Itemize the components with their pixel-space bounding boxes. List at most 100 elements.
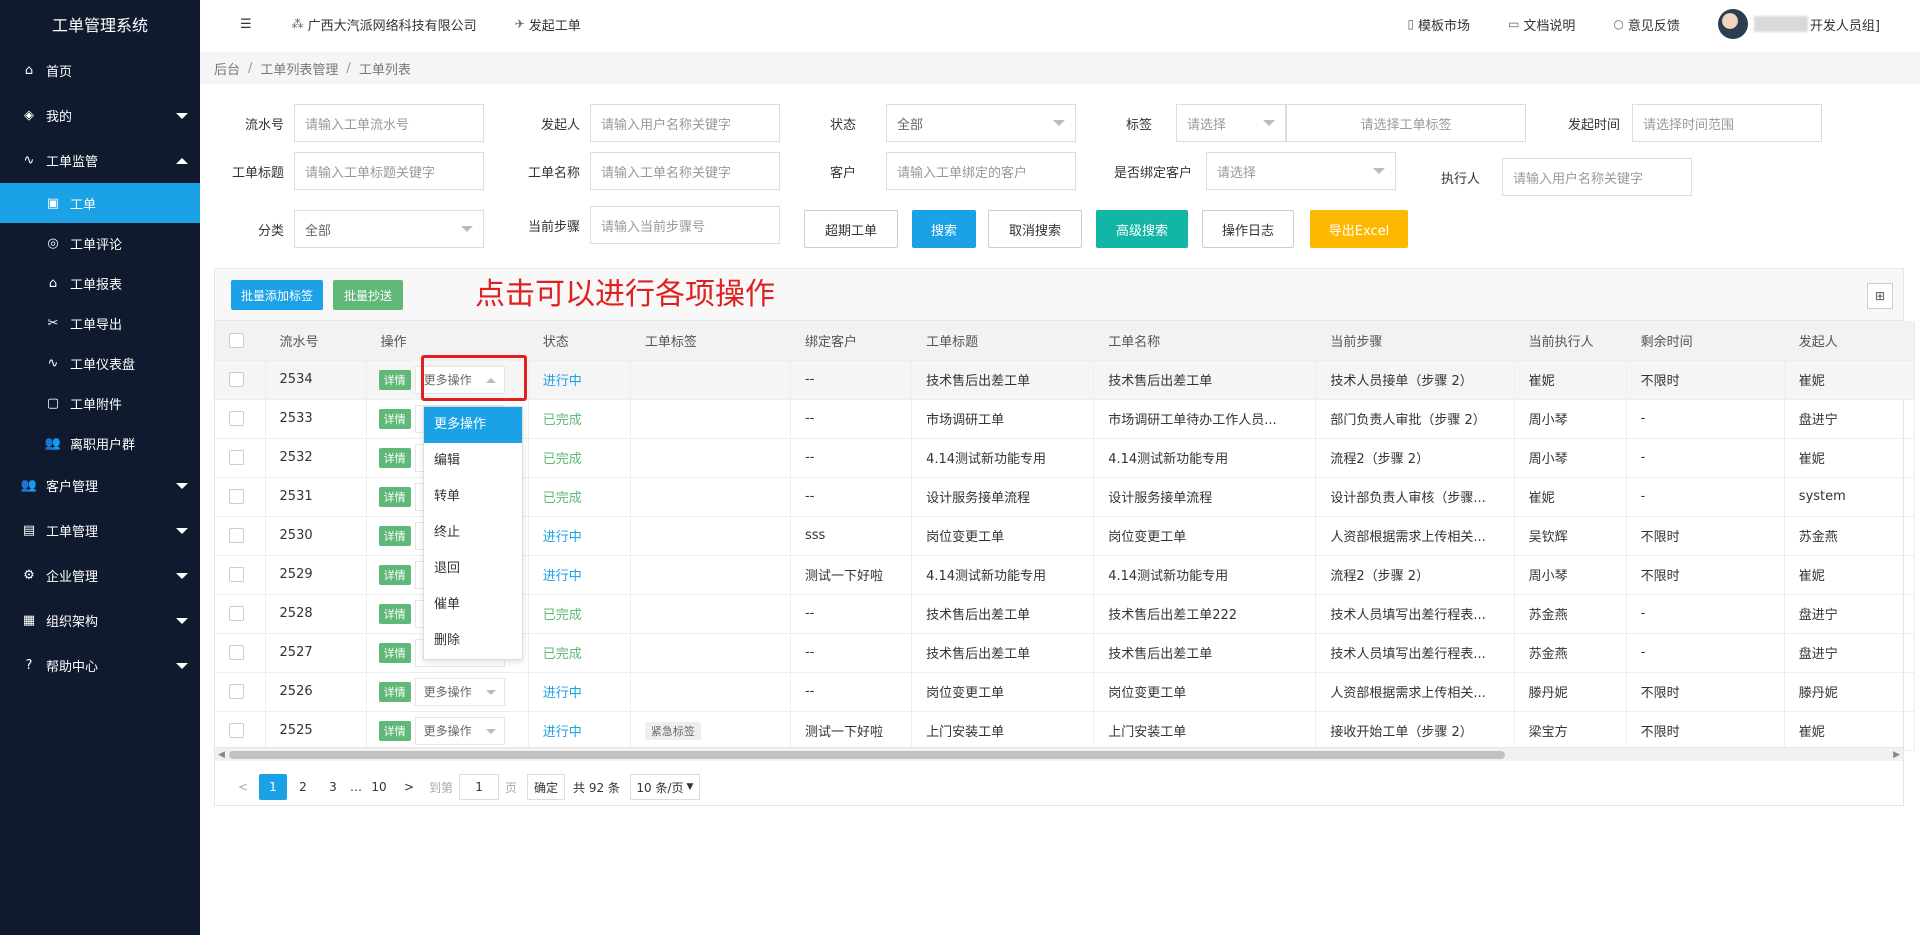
- column-header[interactable]: 工单标题: [911, 321, 1095, 361]
- dropdown-item-urge[interactable]: 催单: [424, 587, 522, 623]
- bound-customer-select[interactable]: 请选择: [1206, 152, 1396, 190]
- column-header[interactable]: 发起人: [1784, 321, 1916, 361]
- page-size-select[interactable]: 10 条/页 ▼: [629, 774, 700, 800]
- sidebar-subitem-resigned-users[interactable]: 👥 离职用户群: [0, 423, 200, 463]
- page-button[interactable]: 1: [259, 774, 287, 800]
- sidebar-item-ticket-manage[interactable]: ▤ 工单管理: [0, 508, 200, 553]
- sidebar-subitem-export[interactable]: ✂ 工单导出: [0, 303, 200, 343]
- sidebar-item-ticket-monitor[interactable]: ∿ 工单监管: [0, 138, 200, 183]
- row-checkbox[interactable]: [229, 528, 244, 543]
- detail-button[interactable]: 详情: [378, 720, 411, 741]
- detail-button[interactable]: 详情: [378, 486, 411, 507]
- status-select[interactable]: 全部: [886, 104, 1076, 142]
- time-range-input[interactable]: 请选择时间范围: [1632, 104, 1822, 142]
- category-select[interactable]: 全部: [294, 210, 484, 248]
- scroll-right-icon[interactable]: ▶: [1893, 750, 1900, 760]
- search-button[interactable]: 搜索: [912, 210, 976, 248]
- template-market-link[interactable]: ▯ 模板市场: [1407, 15, 1470, 34]
- breadcrumb-item[interactable]: 工单列表管理: [260, 59, 338, 78]
- export-excel-button[interactable]: 导出Excel: [1310, 210, 1408, 248]
- row-checkbox[interactable]: [229, 606, 244, 621]
- tag-select[interactable]: 请选择: [1176, 104, 1286, 142]
- next-page-icon[interactable]: >: [395, 774, 423, 800]
- tag-input[interactable]: 请选择工单标签: [1286, 104, 1526, 142]
- dropdown-item-terminate[interactable]: 终止: [424, 515, 522, 551]
- detail-button[interactable]: 详情: [378, 447, 411, 468]
- sidebar-item-home[interactable]: ⌂ 首页: [0, 48, 200, 93]
- row-checkbox[interactable]: [229, 489, 244, 504]
- column-header[interactable]: 流水号: [265, 321, 367, 361]
- goto-confirm-button[interactable]: 确定: [527, 774, 566, 800]
- sidebar-subitem-comments[interactable]: ◎ 工单评论: [0, 223, 200, 263]
- detail-button[interactable]: 详情: [378, 681, 411, 702]
- column-header[interactable]: 绑定客户: [790, 321, 913, 361]
- docs-link[interactable]: ▭ 文档说明: [1508, 15, 1575, 34]
- detail-button[interactable]: 详情: [378, 642, 411, 663]
- cancel-search-button[interactable]: 取消搜索: [988, 210, 1082, 248]
- title-input[interactable]: 请输入工单标题关键字: [294, 152, 484, 190]
- horizontal-scrollbar[interactable]: ◀ ▶: [215, 747, 1903, 761]
- sidebar-item-mine[interactable]: ◈ 我的: [0, 93, 200, 138]
- dropdown-item-transfer[interactable]: 转单: [424, 479, 522, 515]
- step-input[interactable]: 请输入当前步骤号: [590, 206, 780, 244]
- detail-button[interactable]: 详情: [378, 564, 411, 585]
- batch-add-tag-button[interactable]: 批量添加标签: [231, 280, 323, 310]
- dropdown-item-return[interactable]: 退回: [424, 551, 522, 587]
- page-button[interactable]: 3: [319, 774, 347, 800]
- scrollbar-thumb[interactable]: [229, 751, 1505, 759]
- create-ticket-link[interactable]: ✈ 发起工单: [515, 15, 581, 34]
- prev-page-icon[interactable]: <: [229, 774, 257, 800]
- advanced-search-button[interactable]: 高级搜索: [1096, 210, 1188, 248]
- select-all-checkbox[interactable]: [229, 332, 244, 348]
- breadcrumb-item[interactable]: 后台: [214, 59, 240, 78]
- more-actions-select[interactable]: 更多操作: [414, 677, 505, 706]
- serial-input[interactable]: 请输入工单流水号: [294, 104, 484, 142]
- column-toggle-icon[interactable]: ⊞: [1867, 283, 1893, 309]
- sidebar-item-org[interactable]: ▦ 组织架构: [0, 598, 200, 643]
- column-header[interactable]: 当前执行人: [1514, 321, 1627, 361]
- dropdown-item-delete[interactable]: 删除: [424, 623, 522, 659]
- initiator-input[interactable]: 请输入用户名称关键字: [590, 104, 780, 142]
- sidebar-item-customers[interactable]: 👥 客户管理: [0, 463, 200, 508]
- row-checkbox[interactable]: [229, 723, 244, 738]
- customer-cell: --: [790, 438, 913, 478]
- sidebar-subitem-dashboard[interactable]: ∿ 工单仪表盘: [0, 343, 200, 383]
- column-header[interactable]: 工单名称: [1093, 321, 1317, 361]
- name-input[interactable]: 请输入工单名称关键字: [590, 152, 780, 190]
- sidebar-subitem-reports[interactable]: ⌂ 工单报表: [0, 263, 200, 303]
- sidebar-item-help[interactable]: ? 帮助中心: [0, 643, 200, 688]
- company-switch[interactable]: ⁂ 广西大汽派网络科技有限公司: [292, 15, 477, 34]
- column-header[interactable]: 状态: [528, 321, 631, 361]
- sidebar-subitem-attachments[interactable]: ▢ 工单附件: [0, 383, 200, 423]
- more-actions-select[interactable]: 更多操作: [414, 716, 505, 745]
- row-checkbox[interactable]: [229, 411, 244, 426]
- detail-button[interactable]: 详情: [378, 525, 411, 546]
- goto-page-input[interactable]: 1: [459, 774, 500, 800]
- column-header[interactable]: 剩余时间: [1626, 321, 1785, 361]
- operation-log-button[interactable]: 操作日志: [1202, 210, 1294, 248]
- dropdown-item-edit[interactable]: 编辑: [424, 443, 522, 479]
- sidebar-item-enterprise[interactable]: ⚙ 企业管理: [0, 553, 200, 598]
- column-header[interactable]: 工单标签: [630, 321, 791, 361]
- executor-input[interactable]: 请输入用户名称关键字: [1502, 158, 1692, 196]
- page-button[interactable]: 10: [365, 774, 393, 800]
- overdue-button[interactable]: 超期工单: [804, 210, 898, 248]
- detail-button[interactable]: 详情: [378, 369, 411, 390]
- detail-button[interactable]: 详情: [378, 603, 411, 624]
- batch-copy-button[interactable]: 批量抄送: [333, 280, 403, 310]
- menu-toggle-icon[interactable]: ☰: [240, 17, 252, 32]
- row-checkbox[interactable]: [229, 684, 244, 699]
- sidebar-subitem-ticket[interactable]: ▣ 工单: [0, 183, 200, 223]
- row-checkbox[interactable]: [229, 372, 244, 387]
- column-header[interactable]: 当前步骤: [1315, 321, 1515, 361]
- row-checkbox[interactable]: [229, 450, 244, 465]
- row-checkbox[interactable]: [229, 567, 244, 582]
- customer-input[interactable]: 请输入工单绑定的客户: [886, 152, 1076, 190]
- dropdown-item-more[interactable]: 更多操作: [424, 407, 522, 443]
- row-checkbox[interactable]: [229, 645, 244, 660]
- scroll-left-icon[interactable]: ◀: [218, 750, 225, 760]
- detail-button[interactable]: 详情: [378, 408, 411, 429]
- feedback-link[interactable]: ○ 意见反馈: [1613, 15, 1680, 34]
- page-button[interactable]: 2: [289, 774, 317, 800]
- user-menu[interactable]: 开发人员组]: [1717, 9, 1880, 39]
